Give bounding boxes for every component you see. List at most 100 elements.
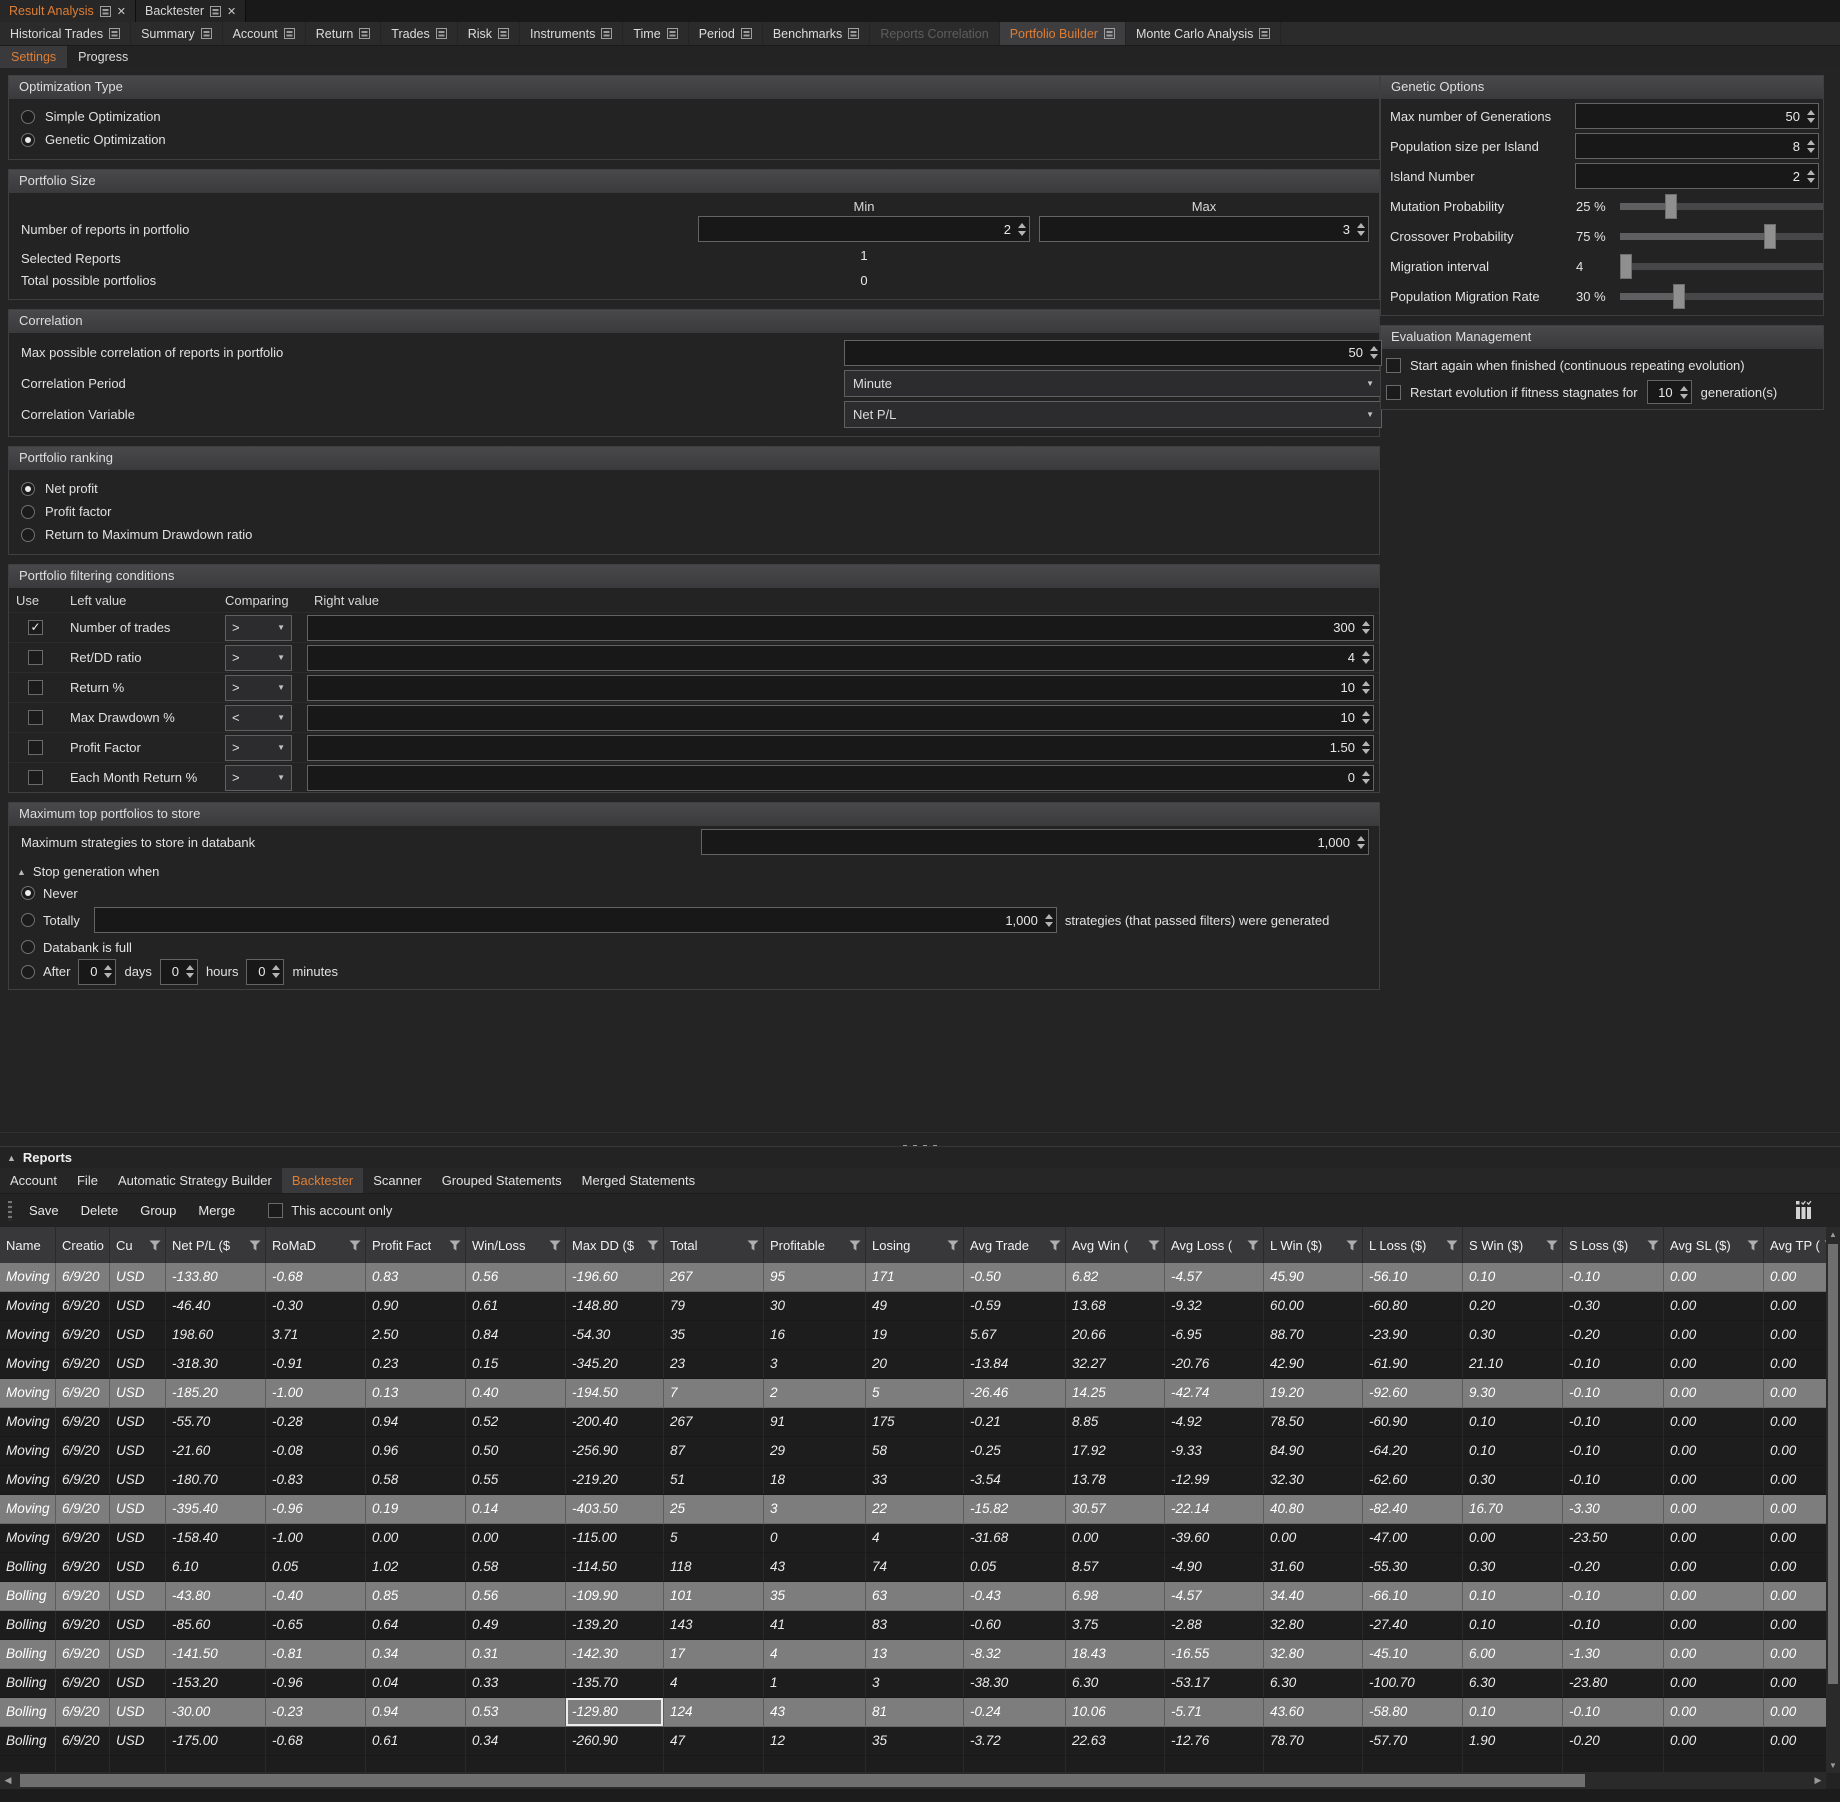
- table-cell[interactable]: 0.58: [466, 1553, 566, 1582]
- spin-down-icon[interactable]: [1362, 719, 1370, 724]
- table-cell[interactable]: USD: [110, 1727, 166, 1756]
- popout-window-icon[interactable]: [109, 28, 120, 39]
- spin-down-icon[interactable]: [1018, 231, 1026, 236]
- table-cell[interactable]: 25: [664, 1495, 764, 1524]
- table-cell[interactable]: 0.00: [1664, 1727, 1764, 1756]
- radio-button[interactable]: [21, 482, 35, 496]
- window-tab-backtester[interactable]: Backtester✕: [136, 0, 246, 22]
- table-cell[interactable]: -260.90: [566, 1727, 664, 1756]
- table-cell[interactable]: USD: [110, 1553, 166, 1582]
- filter-use-checkbox[interactable]: [28, 650, 43, 665]
- table-cell[interactable]: -42.74: [1165, 1379, 1264, 1408]
- table-cell[interactable]: -0.59: [964, 1292, 1066, 1321]
- reports-tab-grouped-statements[interactable]: Grouped Statements: [432, 1168, 572, 1193]
- popout-window-icon[interactable]: [210, 6, 221, 17]
- spin-up-icon[interactable]: [104, 965, 112, 970]
- table-cell[interactable]: USD: [110, 1495, 166, 1524]
- tab-period[interactable]: Period: [689, 22, 763, 45]
- filter-comparator-select[interactable]: >▼: [225, 765, 292, 791]
- table-cell[interactable]: 45.90: [1264, 1263, 1363, 1292]
- table-cell[interactable]: -92.60: [1363, 1379, 1463, 1408]
- table-cell[interactable]: -148.80: [566, 1292, 664, 1321]
- table-cell[interactable]: 0.00: [1664, 1611, 1764, 1640]
- table-cell[interactable]: -47.00: [1363, 1524, 1463, 1553]
- reports-splitter[interactable]: [0, 1132, 1840, 1146]
- table-cell[interactable]: Moving: [0, 1495, 56, 1524]
- table-cell[interactable]: -39.60: [1165, 1524, 1264, 1553]
- table-cell[interactable]: 0.00: [1664, 1292, 1764, 1321]
- table-cell[interactable]: USD: [110, 1582, 166, 1611]
- table-cell[interactable]: -23.50: [1563, 1524, 1664, 1553]
- table-cell[interactable]: -133.80: [166, 1263, 266, 1292]
- filter-funnel-icon[interactable]: [1247, 1240, 1259, 1251]
- table-row[interactable]: Moving6/9/20USD-158.40-1.000.000.00-115.…: [0, 1524, 1826, 1553]
- table-cell[interactable]: 30.57: [1066, 1495, 1165, 1524]
- table-cell[interactable]: 0.52: [466, 1408, 566, 1437]
- table-cell[interactable]: 0.00: [466, 1524, 566, 1553]
- column-header-avg-sl[interactable]: Avg SL ($): [1664, 1227, 1764, 1263]
- popout-window-icon[interactable]: [741, 28, 752, 39]
- table-cell[interactable]: -61.90: [1363, 1350, 1463, 1379]
- spinner-arrows[interactable]: [1807, 164, 1815, 188]
- table-cell[interactable]: 143: [664, 1611, 764, 1640]
- table-cell[interactable]: 63: [866, 1582, 964, 1611]
- table-cell[interactable]: 14.25: [1066, 1379, 1165, 1408]
- table-cell[interactable]: -0.30: [1563, 1292, 1664, 1321]
- popout-window-icon[interactable]: [1259, 28, 1270, 39]
- table-cell[interactable]: 35: [764, 1582, 866, 1611]
- close-icon[interactable]: ✕: [227, 5, 236, 18]
- table-cell[interactable]: 198.60: [166, 1321, 266, 1350]
- table-cell[interactable]: -62.60: [1363, 1466, 1463, 1495]
- table-cell[interactable]: 0.83: [366, 1263, 466, 1292]
- scroll-up-icon[interactable]: ▲: [1826, 1227, 1840, 1242]
- table-cell[interactable]: 0.00: [1664, 1524, 1764, 1553]
- table-row[interactable]: Bolling6/9/20USD-43.80-0.400.850.56-109.…: [0, 1582, 1826, 1611]
- column-header-l-loss[interactable]: L Loss ($): [1363, 1227, 1463, 1263]
- table-cell[interactable]: 0.49: [466, 1611, 566, 1640]
- column-header-cu[interactable]: Cu: [110, 1227, 166, 1263]
- tab-account[interactable]: Account: [223, 22, 306, 45]
- table-cell[interactable]: Bolling: [0, 1698, 56, 1727]
- table-cell[interactable]: -0.08: [266, 1437, 366, 1466]
- table-cell[interactable]: 0.96: [366, 1437, 466, 1466]
- column-header-losing[interactable]: Losing: [866, 1227, 964, 1263]
- table-cell[interactable]: 0.05: [964, 1553, 1066, 1582]
- table-cell[interactable]: 6/9/20: [56, 1263, 110, 1292]
- table-cell[interactable]: 32.80: [1264, 1611, 1363, 1640]
- table-cell[interactable]: -4.57: [1165, 1263, 1264, 1292]
- table-cell[interactable]: 0.05: [266, 1553, 366, 1582]
- table-cell[interactable]: USD: [110, 1292, 166, 1321]
- table-cell[interactable]: -1.00: [266, 1379, 366, 1408]
- table-cell[interactable]: 88.70: [1264, 1321, 1363, 1350]
- table-cell[interactable]: 23: [664, 1350, 764, 1379]
- table-cell[interactable]: 30: [764, 1292, 866, 1321]
- table-cell[interactable]: -0.40: [266, 1582, 366, 1611]
- table-cell[interactable]: -0.21: [964, 1408, 1066, 1437]
- toolbar-grip-icon[interactable]: [8, 1201, 12, 1221]
- table-cell[interactable]: 6.30: [1463, 1669, 1563, 1698]
- table-row[interactable]: Bolling6/9/20USD-85.60-0.650.640.49-139.…: [0, 1611, 1826, 1640]
- table-cell[interactable]: -0.10: [1563, 1263, 1664, 1292]
- table-cell[interactable]: -0.10: [1563, 1379, 1664, 1408]
- table-cell[interactable]: -85.60: [166, 1611, 266, 1640]
- table-cell[interactable]: Moving: [0, 1321, 56, 1350]
- spinner-arrows[interactable]: [1018, 217, 1026, 241]
- tab-portfolio-builder[interactable]: Portfolio Builder: [1000, 22, 1126, 45]
- spin-up-icon[interactable]: [186, 965, 194, 970]
- popout-window-icon[interactable]: [201, 28, 212, 39]
- spinner-arrows[interactable]: [1045, 908, 1053, 932]
- table-cell[interactable]: 6.30: [1066, 1669, 1165, 1698]
- table-cell[interactable]: 0.10: [1463, 1437, 1563, 1466]
- tab-time[interactable]: Time: [623, 22, 688, 45]
- table-cell[interactable]: 6/9/20: [56, 1640, 110, 1669]
- spinner-arrows[interactable]: [1807, 134, 1815, 158]
- table-cell[interactable]: 18.43: [1066, 1640, 1165, 1669]
- filter-funnel-icon[interactable]: [1546, 1240, 1558, 1251]
- table-cell[interactable]: -64.20: [1363, 1437, 1463, 1466]
- table-cell[interactable]: 0.00: [1066, 1524, 1165, 1553]
- table-cell[interactable]: -0.20: [1563, 1553, 1664, 1582]
- spin-up-icon[interactable]: [1357, 836, 1365, 841]
- table-cell[interactable]: 0.00: [1664, 1321, 1764, 1350]
- stagnation-generations-spinner[interactable]: 10: [1647, 380, 1692, 404]
- table-cell[interactable]: 0.14: [466, 1495, 566, 1524]
